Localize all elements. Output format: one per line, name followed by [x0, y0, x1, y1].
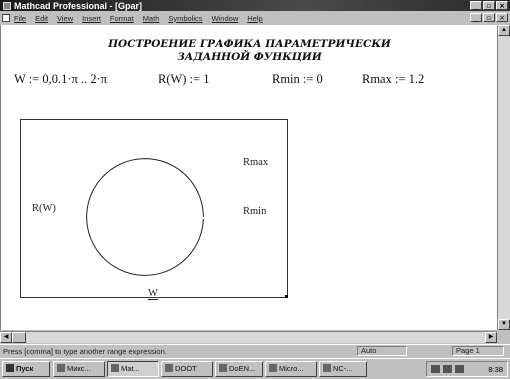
window-title: Mathcad Professional - [Gpar] [14, 0, 143, 11]
taskbar-button-1[interactable]: Микс... [53, 361, 105, 377]
status-mode: Auto [357, 346, 407, 356]
menu-insert[interactable]: Insert [82, 14, 101, 23]
menu-view[interactable]: View [57, 14, 73, 23]
definitions-row: W := 0,0.1·π .. 2·π R(W) := 1 Rmin := 0 … [1, 72, 498, 88]
app-icon [57, 364, 65, 372]
doc-close-button[interactable]: × [496, 13, 508, 22]
network-icon[interactable] [455, 365, 464, 373]
menu-window[interactable]: Window [212, 14, 239, 23]
menu-format[interactable]: Format [110, 14, 134, 23]
vertical-scrollbar[interactable]: ▲ ▼ [497, 25, 510, 330]
taskbar-label: Mat... [121, 364, 140, 373]
horizontal-scroll-thumb[interactable] [12, 332, 26, 343]
status-page: Page 1 [452, 346, 504, 356]
app-icon [165, 364, 173, 372]
taskbar-label: NC-... [333, 364, 353, 373]
function-definition-r[interactable]: R(W) := 1 [158, 72, 209, 87]
scroll-right-arrow-icon[interactable]: ▶ [485, 332, 497, 343]
keyboard-layout-icon[interactable] [431, 365, 440, 373]
volume-icon[interactable] [443, 365, 452, 373]
window-controls: _ ▫ × [470, 1, 508, 10]
menu-symbolics[interactable]: Symbolics [168, 14, 202, 23]
worksheet[interactable]: ПОСТРОЕНИЕ ГРАФИКА ПАРАМЕТРИЧЕСКИ ЗАДАНН… [0, 25, 497, 330]
plot-angle-axis-label[interactable]: W [148, 288, 158, 300]
maximize-button[interactable]: ▫ [483, 1, 495, 10]
status-message: Press [comma] to type another range expr… [3, 347, 167, 356]
status-bar: Press [comma] to type another range expr… [0, 344, 510, 357]
taskbar-label: Микс... [67, 364, 91, 373]
plot-radius-axis-label[interactable]: R(W) [32, 203, 56, 214]
worksheet-heading-line1: ПОСТРОЕНИЕ ГРАФИКА ПАРАМЕТРИЧЕСКИ [108, 38, 391, 50]
worksheet-heading-line2: ЗАДАННОЙ ФУНКЦИИ [177, 51, 322, 63]
rmin-definition[interactable]: Rmin := 0 [272, 72, 323, 87]
menu-file[interactable]: File [14, 14, 26, 23]
app-icon [323, 364, 331, 372]
window-title-bar: Mathcad Professional - [Gpar] _ ▫ × [0, 0, 510, 11]
taskbar-label: DOOT [175, 364, 197, 373]
close-button[interactable]: × [496, 1, 508, 10]
app-icon [111, 364, 119, 372]
polar-series-0-line [86, 158, 204, 276]
range-definition-w[interactable]: W := 0,0.1·π .. 2·π [14, 72, 107, 87]
taskbar-button-3[interactable]: DOOT [161, 361, 213, 377]
windows-logo-icon [6, 364, 14, 372]
menu-bar: File Edit View Insert Format Math Symbol… [0, 12, 510, 24]
taskbar-button-4[interactable]: DoEN... [215, 361, 263, 377]
app-icon [219, 364, 227, 372]
plot-resize-handle[interactable] [285, 295, 288, 298]
taskbar: Пуск Микс... Mat... DOOT DoEN... Micro..… [0, 358, 510, 379]
minimize-button[interactable]: _ [470, 1, 482, 10]
mathcad-app-icon[interactable] [3, 1, 11, 10]
taskbar-button-5[interactable]: Micro... [265, 361, 317, 377]
document-window-controls: _ ▫ × [470, 13, 508, 22]
taskbar-button-mathcad[interactable]: Mat... [107, 361, 159, 377]
scroll-up-arrow-icon[interactable]: ▲ [498, 25, 510, 36]
taskbar-button-6[interactable]: NC-... [319, 361, 367, 377]
system-tray: 8:38 [426, 361, 508, 377]
rmax-definition[interactable]: Rmax := 1.2 [362, 72, 424, 87]
taskbar-label: Micro... [279, 364, 304, 373]
scroll-down-arrow-icon[interactable]: ▼ [498, 319, 510, 330]
polar-plot-region[interactable]: Rmax Rmin R(W) W [20, 119, 288, 300]
menu-help[interactable]: Help [247, 14, 262, 23]
doc-restore-button[interactable]: ▫ [483, 13, 495, 22]
doc-minimize-button[interactable]: _ [470, 13, 482, 22]
scroll-left-arrow-icon[interactable]: ◀ [0, 332, 12, 343]
start-label: Пуск [16, 364, 34, 373]
menu-edit[interactable]: Edit [35, 14, 48, 23]
start-button[interactable]: Пуск [2, 361, 50, 377]
menu-math[interactable]: Math [143, 14, 160, 23]
app-icon [269, 364, 277, 372]
plot-rmin-label[interactable]: Rmin [243, 206, 266, 217]
horizontal-scrollbar[interactable]: ◀ ▶ [0, 331, 497, 343]
taskbar-clock: 8:38 [488, 365, 503, 374]
taskbar-label: DoEN... [229, 364, 256, 373]
document-icon[interactable] [2, 14, 10, 22]
plot-rmax-label[interactable]: Rmax [243, 157, 268, 168]
